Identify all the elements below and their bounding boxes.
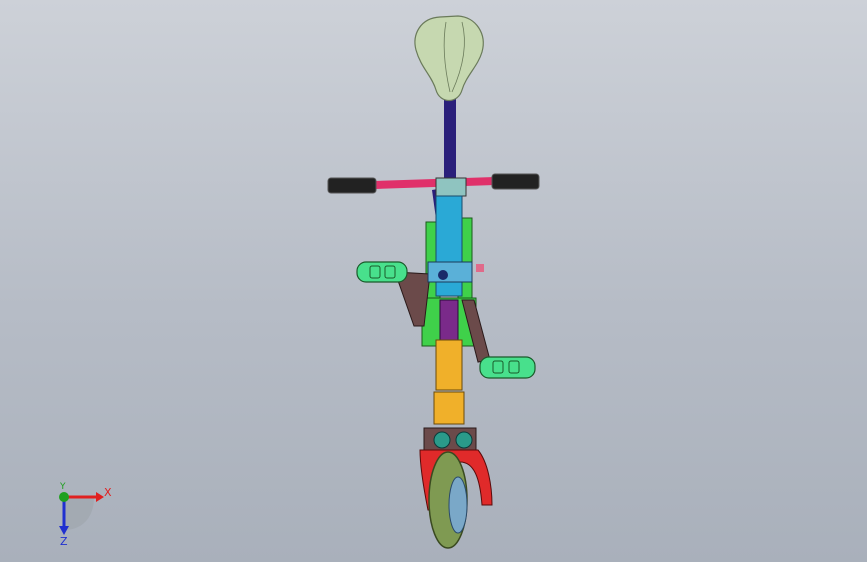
fork-upper[interactable] — [435, 339, 463, 391]
handlebar[interactable] — [371, 177, 499, 189]
fork-lower[interactable] — [433, 391, 465, 425]
pedal-right[interactable] — [479, 356, 536, 379]
graphics-viewport[interactable]: X Y Z — [0, 0, 867, 562]
triad-z-label: Z — [60, 535, 68, 548]
axle-nut — [455, 431, 473, 449]
handle-grip-right[interactable] — [491, 173, 540, 190]
axle-nut — [433, 431, 451, 449]
handle-grip-left[interactable] — [327, 177, 377, 194]
coordinate-triad: X Y Z — [40, 480, 120, 550]
hub-bolt — [438, 270, 448, 280]
pedal-left[interactable] — [356, 261, 408, 283]
brake-lever[interactable] — [476, 264, 484, 272]
shock-absorber[interactable] — [439, 299, 459, 343]
triad-x-label: X — [104, 486, 112, 499]
wheel-hub — [448, 476, 468, 534]
head-clamp[interactable] — [435, 177, 467, 197]
bicycle-model[interactable] — [0, 0, 867, 562]
seat-post[interactable] — [444, 98, 456, 188]
triad-y-label: Y — [60, 482, 66, 492]
drive-hub[interactable] — [427, 261, 473, 283]
